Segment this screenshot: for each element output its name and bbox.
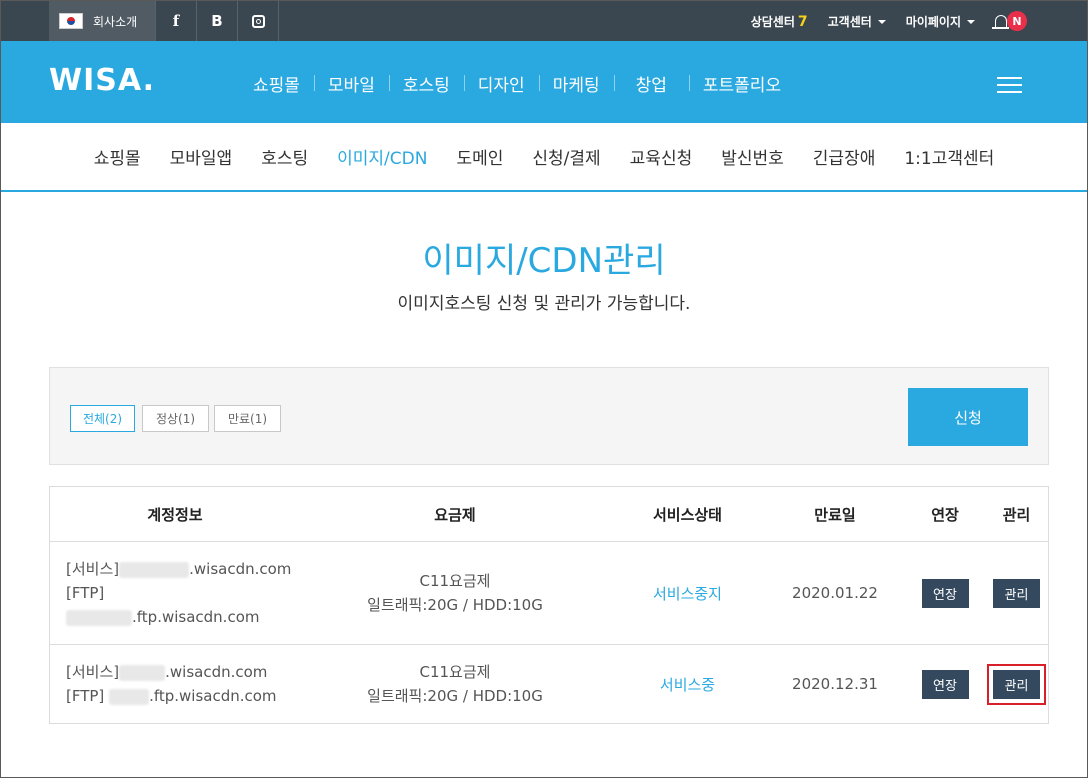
table-row: [서비스] .wisacdn.com [FTP] .ftp.wisacdn.com… xyxy=(50,645,1048,723)
apply-button[interactable]: 신청 xyxy=(908,388,1028,446)
top-right-links: 상담센터 7 고객센터 마이페이지 N xyxy=(751,1,1027,41)
customer-center-dropdown[interactable]: 고객센터 xyxy=(828,13,886,30)
account-info-cell: [서비스] .wisacdn.com [FTP] .ftp.wisacdn.com xyxy=(50,542,300,644)
mypage-label: 마이페이지 xyxy=(905,14,961,29)
expire-date: 2020.01.22 xyxy=(792,584,878,602)
sub-nav-item-domain[interactable]: 도메인 xyxy=(456,144,503,169)
main-menu-item-marketing[interactable]: 마케팅 xyxy=(538,71,614,96)
header-manage: 관리 xyxy=(1002,505,1031,524)
ftp-prefix: [FTP] xyxy=(66,687,105,705)
manage-cell: 관리 xyxy=(985,542,1048,644)
page-title: 이미지/CDN관리 xyxy=(422,241,666,281)
extend-cell: 연장 xyxy=(905,645,985,723)
plan-detail: 일트래픽:20G / HDD:10G xyxy=(367,687,543,705)
sub-nav-item-emergency[interactable]: 긴급장애 xyxy=(813,144,876,169)
sub-nav-item-support[interactable]: 1:1고객센터 xyxy=(904,144,994,169)
top-utility-bar: 회사소개 f B 상담센터 7 고객센터 마이페이지 N xyxy=(1,1,1087,41)
filter-box: 전체(2) 정상(1) 만료(1) 신청 xyxy=(49,367,1049,465)
table-row: [서비스] .wisacdn.com [FTP] .ftp.wisacdn.com… xyxy=(50,542,1048,645)
service-table: 계정정보 요금제 서비스상태 만료일 연장 관리 [서비스] .wisacdn.c… xyxy=(49,486,1049,724)
table-header: 계정정보 요금제 서비스상태 만료일 연장 관리 xyxy=(50,487,1048,542)
extend-button[interactable]: 연장 xyxy=(921,669,969,699)
page-subtitle: 이미지호스팅 신청 및 관리가 가능합니다. xyxy=(397,294,691,314)
sub-nav-item-sender-number[interactable]: 발신번호 xyxy=(721,144,784,169)
masked-id xyxy=(119,664,166,681)
extend-cell: 연장 xyxy=(905,542,985,644)
main-menu-item-shoppingmall[interactable]: 쇼핑몰 xyxy=(239,71,314,96)
wisa-logo[interactable]: WISA. xyxy=(49,63,155,98)
manage-cell: 관리 xyxy=(985,645,1048,723)
sub-nav-item-image-cdn[interactable]: 이미지/CDN xyxy=(337,144,427,169)
masked-id xyxy=(66,609,132,626)
extend-button[interactable]: 연장 xyxy=(921,578,969,608)
instagram-link[interactable] xyxy=(238,1,279,41)
company-intro-label: 회사소개 xyxy=(93,14,138,29)
mypage-dropdown[interactable]: 마이페이지 xyxy=(906,13,975,30)
page-frame: 회사소개 f B 상담센터 7 고객센터 마이페이지 N WISA. 쇼핑몰 모… xyxy=(0,0,1088,778)
service-prefix: [서비스] xyxy=(66,560,120,578)
blog-icon[interactable]: B xyxy=(197,1,238,41)
header-account: 계정정보 xyxy=(147,505,203,524)
sub-nav-item-education[interactable]: 교육신청 xyxy=(630,144,693,169)
sub-nav-item-shoppingmall[interactable]: 쇼핑몰 xyxy=(94,144,141,169)
ftp-domain: .ftp.wisacdn.com xyxy=(149,687,277,705)
account-info-cell: [서비스] .wisacdn.com [FTP] .ftp.wisacdn.com xyxy=(50,645,300,723)
main-menu-item-startup[interactable]: 창업 xyxy=(613,71,689,96)
manage-button[interactable]: 관리 xyxy=(993,669,1040,699)
main-menu-item-hosting[interactable]: 호스팅 xyxy=(388,71,464,96)
main-menu-item-design[interactable]: 디자인 xyxy=(463,71,539,96)
consult-center-label: 상담센터 xyxy=(750,14,795,29)
plan-name: C11요금제 xyxy=(419,572,491,590)
caret-down-icon xyxy=(877,20,886,24)
notification-button[interactable]: N xyxy=(992,11,1027,31)
sub-nav: 쇼핑몰 모바일앱 호스팅 이미지/CDN 도메인 신청/결제 교육신청 발신번호… xyxy=(1,123,1087,192)
masked-id xyxy=(109,688,150,705)
facebook-icon[interactable]: f xyxy=(156,1,197,41)
instagram-icon xyxy=(251,14,265,28)
sub-nav-item-hosting[interactable]: 호스팅 xyxy=(261,144,308,169)
plan-cell: C11요금제 일트래픽:20G / HDD:10G xyxy=(300,542,610,644)
status-cell: 서비스중지 xyxy=(610,542,765,644)
ftp-prefix: [FTP] xyxy=(66,584,105,602)
sub-nav-item-mobileapp[interactable]: 모바일앱 xyxy=(170,144,233,169)
plan-detail: 일트래픽:20G / HDD:10G xyxy=(367,596,543,614)
consult-center-link[interactable]: 상담센터 7 xyxy=(751,13,808,30)
company-intro-link[interactable]: 회사소개 xyxy=(49,1,156,41)
highlight-box: 관리 xyxy=(987,663,1046,705)
filter-normal-button[interactable]: 정상(1) xyxy=(142,405,209,432)
sub-nav-item-apply-payment[interactable]: 신청/결제 xyxy=(532,144,600,169)
korea-flag-icon xyxy=(59,13,83,29)
header-status: 서비스상태 xyxy=(652,505,722,524)
header-expire: 만료일 xyxy=(814,505,856,524)
notification-badge: N xyxy=(1007,11,1027,31)
top-left-links: 회사소개 f B xyxy=(49,1,279,41)
filter-all-button[interactable]: 전체(2) xyxy=(70,405,135,432)
header-plan: 요금제 xyxy=(434,505,476,524)
service-domain: .wisacdn.com xyxy=(189,560,292,578)
hamburger-menu-icon[interactable] xyxy=(997,77,1022,93)
service-domain: .wisacdn.com xyxy=(165,663,268,681)
ftp-domain: .ftp.wisacdn.com xyxy=(132,608,260,626)
main-menu-item-mobile[interactable]: 모바일 xyxy=(313,71,389,96)
manage-button[interactable]: 관리 xyxy=(993,578,1040,608)
status-link[interactable]: 서비스중 xyxy=(660,674,715,695)
plan-cell: C11요금제 일트래픽:20G / HDD:10G xyxy=(300,645,610,723)
main-menu-item-portfolio[interactable]: 포트폴리오 xyxy=(688,71,795,96)
header-extend: 연장 xyxy=(931,505,959,524)
customer-center-label: 고객센터 xyxy=(827,14,872,29)
status-link[interactable]: 서비스중지 xyxy=(653,583,722,604)
expire-date: 2020.12.31 xyxy=(792,675,878,693)
bell-icon xyxy=(992,15,1009,29)
plan-name: C11요금제 xyxy=(419,663,491,681)
main-menu: 쇼핑몰 모바일 호스팅 디자인 마케팅 창업 포트폴리오 xyxy=(239,71,795,96)
caret-down-icon xyxy=(967,20,975,24)
status-cell: 서비스중 xyxy=(610,645,765,723)
masked-id xyxy=(119,561,190,578)
filter-expired-button[interactable]: 만료(1) xyxy=(214,405,281,432)
consult-center-number: 7 xyxy=(797,13,808,30)
service-prefix: [서비스] xyxy=(66,663,120,681)
main-nav: WISA. 쇼핑몰 모바일 호스팅 디자인 마케팅 창업 포트폴리오 xyxy=(1,41,1087,123)
